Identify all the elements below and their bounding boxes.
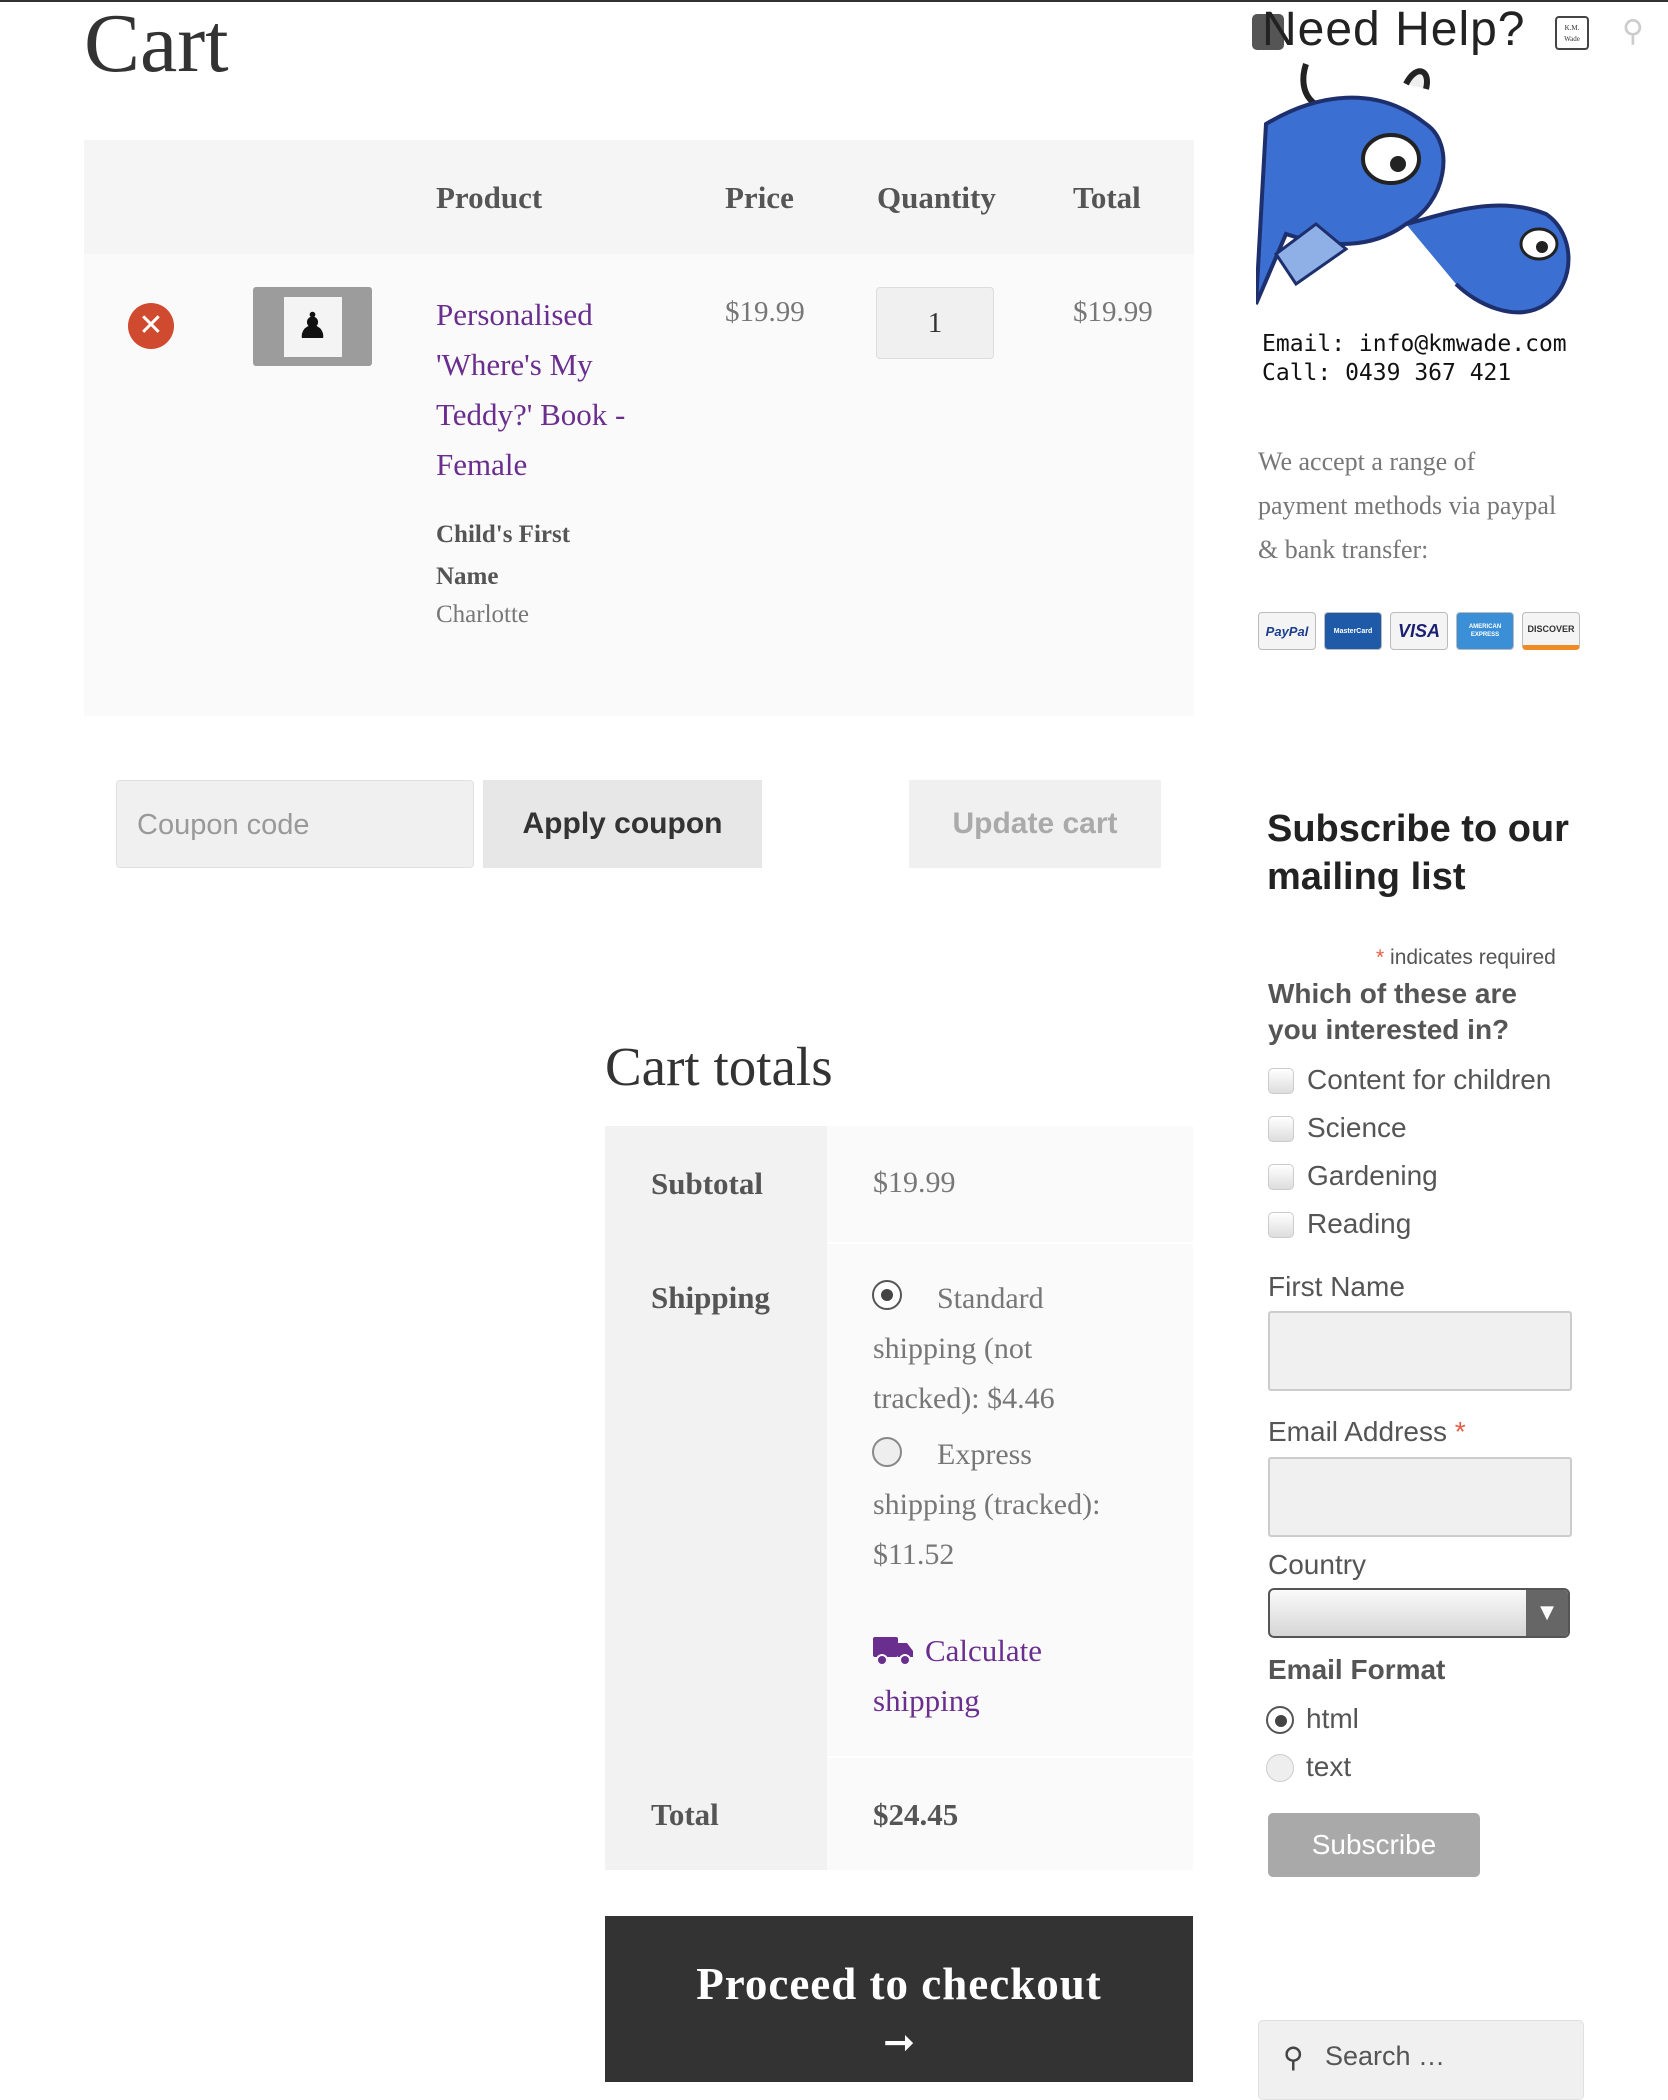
column-header-product: Product — [436, 180, 543, 215]
interest-label: Gardening — [1307, 1160, 1438, 1191]
interests-label: Which of these are you interested in? — [1268, 976, 1517, 1048]
payment-cards: PayPal MasterCard VISA AMERICAN EXPRESS … — [1258, 612, 1580, 650]
column-header-total: Total — [1073, 180, 1141, 215]
product-name-line: Female — [436, 447, 528, 482]
shipping-label: Shipping — [651, 1280, 770, 1315]
shipping-option-line: tracked): $4.46 — [873, 1382, 1055, 1415]
need-help-heading: Need Help? — [1262, 3, 1526, 56]
shipping-option-line: $11.52 — [873, 1538, 955, 1571]
product-name-line: Personalised — [436, 297, 593, 332]
chevron-down-icon: ▼ — [1526, 1590, 1568, 1636]
subscribe-heading: Subscribe to our mailing list — [1267, 805, 1569, 901]
search-icon[interactable]: ⚲ — [1622, 14, 1644, 49]
column-header-quantity: Quantity — [877, 180, 996, 215]
product-name-line: Teddy?' Book - — [436, 397, 626, 432]
calculate-shipping-line: shipping — [873, 1683, 980, 1718]
email-address-input[interactable] — [1268, 1457, 1572, 1537]
column-header-price: Price — [725, 180, 794, 215]
item-total: $19.99 — [1073, 296, 1153, 328]
order-total-value: $24.45 — [873, 1797, 959, 1832]
required-asterisk: * — [1454, 1416, 1466, 1447]
product-thumbnail[interactable]: ♟ — [253, 287, 372, 366]
checkout-label: Proceed to checkout — [696, 1959, 1102, 2009]
calculate-shipping-link[interactable]: Calculate shipping — [873, 1626, 1042, 1726]
mastercard-card-icon: MasterCard — [1324, 612, 1382, 650]
variation-label-line: Name — [436, 563, 499, 590]
cart-table-header — [84, 140, 1194, 254]
subtotal-value: $19.99 — [873, 1166, 956, 1199]
dragon-mascot-image — [1256, 63, 1571, 315]
variation-label-line: Child's First — [436, 521, 571, 548]
remove-item-button[interactable]: ✕ — [128, 303, 174, 349]
payment-line: payment methods via paypal — [1258, 491, 1557, 520]
cart-totals-heading: Cart totals — [605, 1036, 833, 1097]
payment-line: We accept a range of — [1258, 447, 1476, 476]
update-cart-button[interactable]: Update cart — [909, 780, 1161, 868]
first-name-input[interactable] — [1268, 1311, 1572, 1391]
shipping-option-line: Express — [937, 1438, 1032, 1471]
interest-checkbox[interactable] — [1268, 1164, 1294, 1190]
product-link[interactable]: Personalised 'Where's My Teddy?' Book - … — [436, 290, 625, 490]
interest-label: Science — [1307, 1112, 1407, 1143]
subscribe-heading-line: mailing list — [1267, 856, 1466, 898]
required-asterisk: * — [1376, 946, 1385, 969]
required-note-text: indicates required — [1390, 946, 1556, 969]
email-address-label: Email Address * — [1268, 1416, 1466, 1448]
search-placeholder: Search … — [1325, 2041, 1446, 2071]
interest-label: Content for children — [1307, 1064, 1552, 1095]
search-input[interactable]: ⚲ Search … — [1258, 2020, 1584, 2100]
apply-coupon-button[interactable]: Apply coupon — [483, 780, 762, 868]
subscribe-button[interactable]: Subscribe — [1268, 1813, 1480, 1877]
quantity-input[interactable]: 1 — [876, 287, 994, 359]
format-html-radio[interactable] — [1266, 1706, 1294, 1734]
calculate-shipping-line: Calculate — [925, 1633, 1043, 1668]
discover-card-icon: DISCOVER — [1522, 612, 1580, 650]
km-wade-badge: K.M. Wade — [1555, 16, 1589, 50]
arrow-right-icon: ➞ — [883, 2020, 915, 2064]
email-address-label-text: Email Address — [1268, 1416, 1447, 1447]
page-title: Cart — [84, 0, 229, 90]
totals-label-column — [605, 1126, 827, 1870]
proceed-to-checkout-button[interactable]: Proceed to checkout ➞ — [605, 1916, 1193, 2082]
contact-phone: Call: 0439 367 421 — [1262, 360, 1512, 386]
payment-methods-text: We accept a range of payment methods via… — [1258, 440, 1556, 572]
contact-info: Email: info@kmwade.com Call: 0439 367 42… — [1262, 330, 1567, 388]
product-name-line: 'Where's My — [436, 347, 593, 382]
interest-checkbox[interactable] — [1268, 1212, 1294, 1238]
country-label: Country — [1268, 1549, 1367, 1580]
amex-card-icon: AMERICAN EXPRESS — [1456, 612, 1514, 650]
variation-label: Child's First Name — [436, 514, 570, 598]
standard-shipping-option[interactable]: Standard shipping (not tracked): $4.46 — [873, 1274, 1055, 1424]
format-option-label: text — [1306, 1751, 1352, 1782]
country-select[interactable]: ▼ — [1268, 1588, 1570, 1638]
interest-label: Reading — [1307, 1208, 1412, 1239]
required-note: * indicates required — [1376, 946, 1556, 970]
interest-checkbox[interactable] — [1268, 1068, 1294, 1094]
item-price: $19.99 — [725, 296, 805, 328]
payment-line: & bank transfer: — [1258, 535, 1429, 564]
contact-email: Email: info@kmwade.com — [1262, 331, 1567, 357]
shipping-option-line: Standard — [937, 1282, 1044, 1315]
search-icon: ⚲ — [1283, 2041, 1304, 2074]
coupon-code-input[interactable]: Coupon code — [116, 780, 474, 868]
format-option-label: html — [1306, 1703, 1359, 1734]
interest-checkbox[interactable] — [1268, 1116, 1294, 1142]
format-text-radio[interactable] — [1266, 1754, 1294, 1782]
first-name-label: First Name — [1268, 1271, 1405, 1302]
close-icon: ✕ — [138, 308, 164, 343]
subtotal-label: Subtotal — [651, 1166, 763, 1201]
variation-value: Charlotte — [436, 601, 530, 628]
teddy-image: ♟ — [283, 296, 342, 357]
paypal-card-icon: PayPal — [1258, 612, 1316, 650]
visa-card-icon: VISA — [1390, 612, 1448, 650]
shipping-option-line: shipping (tracked): — [873, 1488, 1101, 1521]
cart-table-row — [84, 254, 1194, 716]
interests-label-line: Which of these are — [1268, 978, 1517, 1009]
interests-label-line: you interested in? — [1268, 1014, 1510, 1045]
email-format-label: Email Format — [1268, 1654, 1446, 1685]
total-label: Total — [651, 1797, 719, 1832]
subscribe-heading-line: Subscribe to our — [1267, 808, 1569, 850]
express-shipping-option[interactable]: Express shipping (tracked): $11.52 — [873, 1430, 1100, 1580]
shipping-option-line: shipping (not — [873, 1332, 1033, 1365]
